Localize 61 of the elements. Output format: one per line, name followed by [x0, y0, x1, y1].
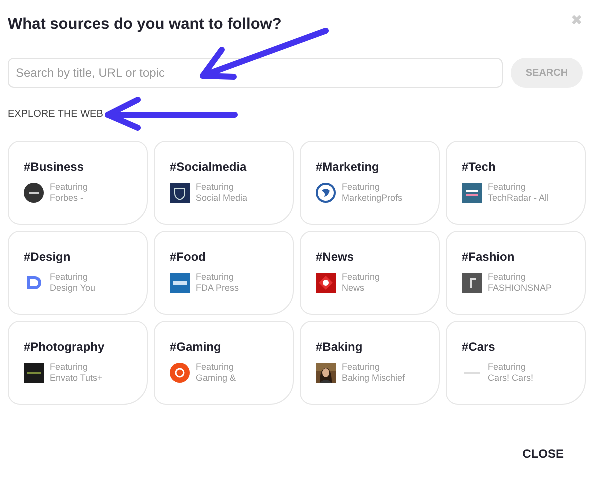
topic-tag: #Socialmedia	[170, 160, 287, 174]
source-name: FASHIONSNAP	[488, 283, 552, 294]
featuring-label: Featuring	[342, 272, 380, 283]
source-name: Baking Mischief	[342, 373, 406, 384]
featuring-label: Featuring	[196, 182, 236, 193]
close-button[interactable]: CLOSE	[522, 447, 564, 461]
topic-tag: #Design	[24, 250, 141, 264]
source-name: TechRadar - All	[488, 193, 550, 204]
dialog-title: What sources do you want to follow?	[8, 16, 282, 34]
topic-card[interactable]: #Baking Featuring Baking Mischief	[300, 321, 440, 405]
featuring-label: Featuring	[488, 272, 528, 283]
logo-icon	[462, 183, 482, 203]
source-name: FDA Press	[196, 283, 240, 294]
source-name: Cars! Cars!	[488, 373, 534, 384]
source-name: Social Media	[196, 193, 248, 204]
topic-tag: #Cars	[462, 340, 579, 354]
topic-tag: #News	[316, 250, 433, 264]
globe-icon	[316, 183, 336, 203]
featuring-label: Featuring	[488, 182, 528, 193]
topic-tag: #Business	[24, 160, 141, 174]
topic-card[interactable]: #Cars Featuring Cars! Cars!	[446, 321, 586, 405]
source-name: MarketingProfs	[342, 193, 403, 204]
featuring-label: Featuring	[50, 362, 90, 373]
topic-card[interactable]: #Gaming Featuring Gaming &	[154, 321, 294, 405]
logo-icon	[170, 273, 190, 293]
section-label: EXPLORE THE WEB	[8, 109, 104, 120]
featuring-label: Featuring	[488, 362, 528, 373]
topic-tag: #Tech	[462, 160, 579, 174]
topic-tag: #Food	[170, 250, 287, 264]
topic-tag: #Marketing	[316, 160, 433, 174]
logo-icon	[24, 183, 44, 203]
topic-card[interactable]: #Tech Featuring TechRadar - All	[446, 141, 586, 225]
featuring-label: Featuring	[196, 272, 236, 283]
logo-icon	[462, 273, 482, 293]
featuring-label: Featuring	[342, 182, 382, 193]
featuring-label: Featuring	[342, 362, 382, 373]
topic-card[interactable]: #Photography Featuring Envato Tuts+	[8, 321, 148, 405]
shield-icon	[170, 183, 190, 203]
featuring-label: Featuring	[50, 272, 90, 283]
source-name: Envato Tuts+	[50, 373, 103, 384]
topic-card[interactable]: #Socialmedia Featuring Social Media	[154, 141, 294, 225]
search-field[interactable]: Search by title, URL or topic	[8, 58, 503, 88]
logo-icon	[170, 363, 190, 383]
featuring-label: Featuring	[50, 182, 88, 193]
topic-card[interactable]: #Business Featuring Forbes -	[8, 141, 148, 225]
source-name: Gaming &	[196, 373, 236, 384]
topic-card[interactable]: #Food Featuring FDA Press	[154, 231, 294, 315]
logo-icon	[24, 363, 44, 383]
source-name: Forbes -	[50, 193, 85, 204]
topic-card[interactable]: #News Featuring News	[300, 231, 440, 315]
topic-tag: #Baking	[316, 340, 433, 354]
source-name: Design You	[50, 283, 96, 294]
source-name: News	[342, 283, 366, 294]
topic-tag: #Fashion	[462, 250, 579, 264]
topic-card[interactable]: #Fashion Featuring FASHIONSNAP	[446, 231, 586, 315]
featuring-label: Featuring	[196, 362, 236, 373]
logo-icon	[316, 273, 336, 293]
topic-card[interactable]: #Design Featuring Design You	[8, 231, 148, 315]
topic-card[interactable]: #Marketing Featuring MarketingProfs	[300, 141, 440, 225]
topic-tag: #Photography	[24, 340, 141, 354]
topic-tag: #Gaming	[170, 340, 287, 354]
